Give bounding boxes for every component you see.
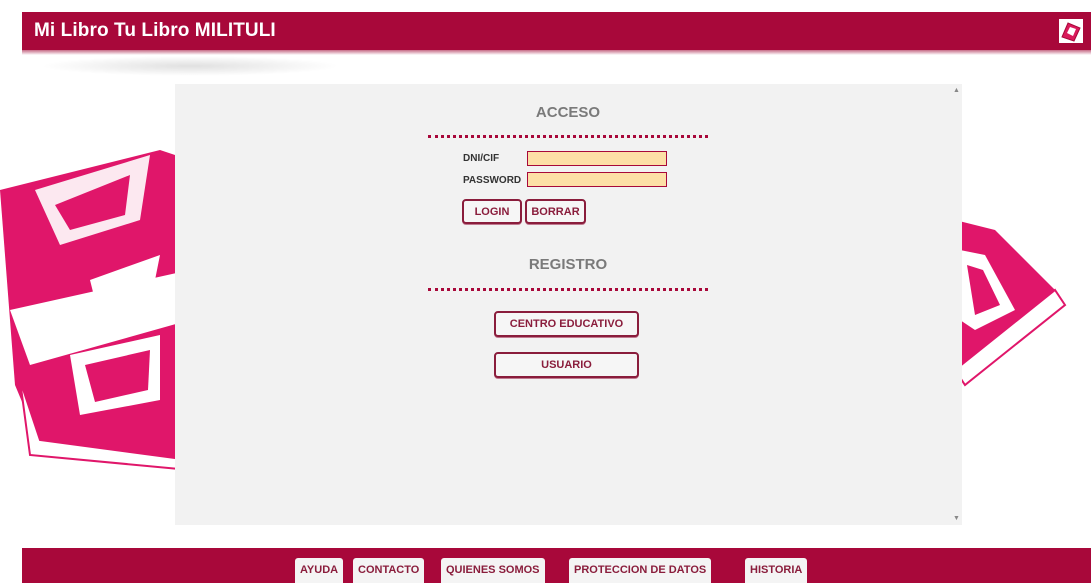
registro-divider: [428, 288, 708, 291]
centro-educativo-button[interactable]: CENTRO EDUCATIVO: [494, 311, 639, 337]
nav-proteccion-datos[interactable]: PROTECCION DE DATOS: [569, 558, 712, 583]
nav-historia[interactable]: HISTORIA: [745, 558, 808, 583]
header-bar: Mi Libro Tu Libro MILITULI: [22, 12, 1091, 50]
usuario-button[interactable]: USUARIO: [494, 352, 639, 378]
dni-label: DNI/CIF: [463, 153, 500, 164]
nav-quienes-somos[interactable]: QUIENES SOMOS: [441, 558, 545, 583]
site-title: Mi Libro Tu Libro MILITULI: [34, 20, 276, 41]
book-logo-icon: [1059, 19, 1083, 43]
footer-bar: [22, 548, 1091, 583]
nav-ayuda[interactable]: AYUDA: [295, 558, 344, 583]
acceso-divider: [428, 135, 708, 138]
borrar-button[interactable]: BORRAR: [525, 199, 586, 224]
book-art-left: [0, 150, 190, 470]
scroll-down-arrow-icon[interactable]: ▼: [953, 515, 960, 522]
password-label: PASSWORD: [463, 175, 522, 186]
acceso-title: ACCESO: [535, 104, 601, 121]
scroll-up-arrow-icon[interactable]: ▲: [953, 87, 960, 94]
header-shadow: [40, 56, 340, 76]
registro-title: REGISTRO: [528, 256, 608, 273]
password-input[interactable]: [527, 172, 667, 187]
dni-input[interactable]: [527, 151, 667, 166]
panel-scrollbar[interactable]: ▲ ▼: [950, 84, 962, 525]
nav-contacto[interactable]: CONTACTO: [353, 558, 425, 583]
header-underline: [22, 50, 1091, 55]
login-button[interactable]: LOGIN: [462, 199, 522, 224]
book-art-right: [955, 220, 1067, 387]
